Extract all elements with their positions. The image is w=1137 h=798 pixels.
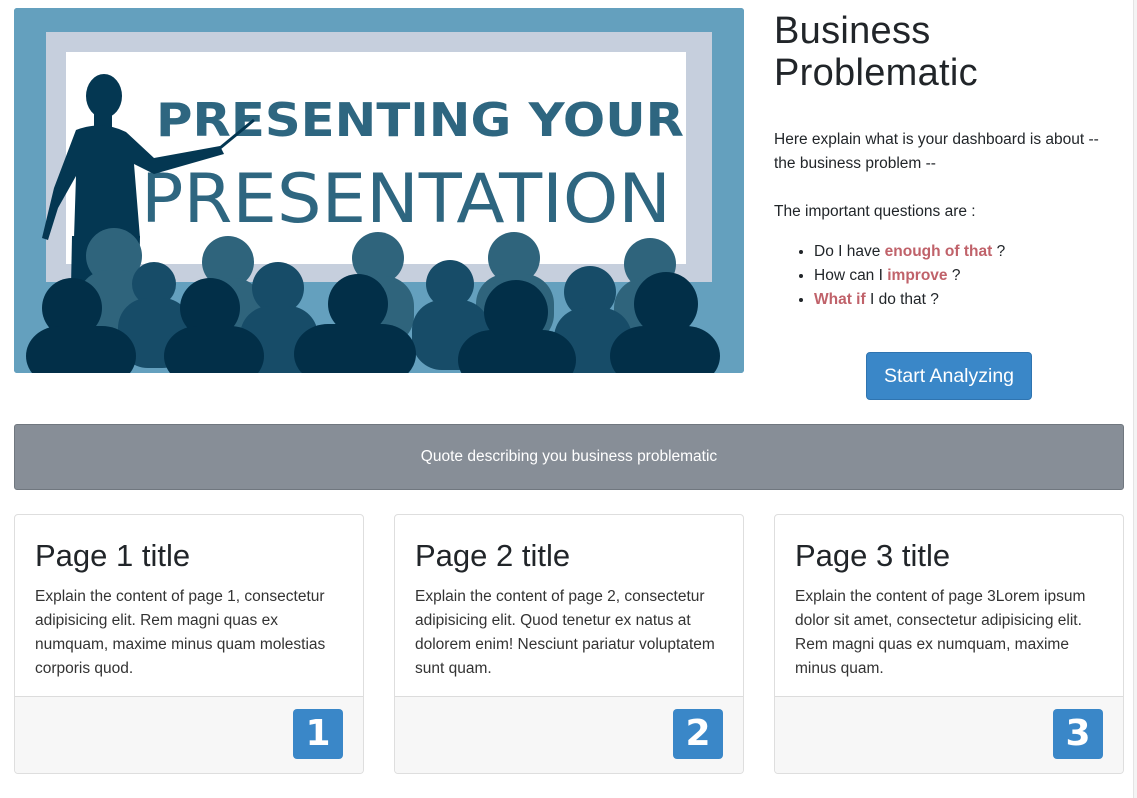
card-text: Explain the content of page 2, consectet… [415,588,715,677]
page-card-3: Page 3 title Explain the content of page… [774,514,1124,774]
card-text: Explain the content of page 1, consectet… [35,588,326,677]
page-card-1: Page 1 title Explain the content of page… [14,514,364,774]
hero-title-line1: PRESENTING YOUR [156,93,684,147]
question-text: I do that ? [865,291,939,308]
question-emphasis: improve [887,267,948,284]
page-title: Business Problematic [774,10,1124,94]
question-text: How can I [814,267,888,284]
question-emphasis: What if [814,291,866,308]
card-title: Page 1 title [35,538,191,573]
questions-list: Do I have enough of that ? How can I imp… [774,240,1124,312]
page-2-link-badge[interactable]: 2 [673,709,723,759]
question-emphasis: enough of that [884,243,993,260]
hero-image: PRESENTING YOUR PRESENTATION [14,8,744,373]
card-text: Explain the content of page 3Lorem ipsum… [795,588,1086,677]
page-1-link-badge[interactable]: 1 [293,709,343,759]
card-footer: 1 [15,696,363,773]
card-footer: 3 [775,696,1123,773]
question-item: What if I do that ? [814,288,1124,312]
dashboard-description: Here explain what is your dashboard is a… [774,131,1099,172]
presentation-illustration: PRESENTING YOUR PRESENTATION [14,8,744,373]
card-title: Page 3 title [795,538,951,573]
question-text: ? [992,243,1006,260]
question-text: ? [947,267,961,284]
window-edge [1133,0,1137,798]
question-item: Do I have enough of that ? [814,240,1124,264]
intro-panel: Business Problematic Here explain what i… [774,10,1124,312]
questions-lead: The important questions are : [774,203,976,220]
question-text: Do I have [814,243,885,260]
page-title-line2: Problematic [774,52,978,94]
page-card-2: Page 2 title Explain the content of page… [394,514,744,774]
start-analyzing-button[interactable]: Start Analyzing [866,352,1032,400]
hero-title-line2: PRESENTATION [141,160,671,239]
quote-banner: Quote describing you business problemati… [14,424,1124,490]
page-3-link-badge[interactable]: 3 [1053,709,1103,759]
card-title: Page 2 title [415,538,571,573]
question-item: How can I improve ? [814,264,1124,288]
page-title-line1: Business [774,10,931,52]
card-footer: 2 [395,696,743,773]
